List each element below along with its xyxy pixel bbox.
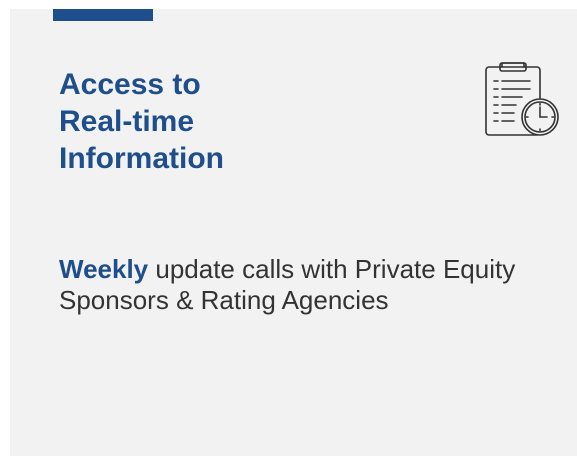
description-highlight: Weekly	[59, 254, 149, 284]
title-line: Real-time	[59, 105, 195, 138]
clipboard-clock-icon	[485, 62, 559, 136]
title-line: Access to	[59, 68, 201, 101]
title-line: Information	[59, 142, 224, 175]
card-description: Weekly update calls with Private Equity …	[59, 254, 539, 316]
info-card: Access to Real-time Information Weekly u…	[10, 9, 577, 456]
accent-bar	[53, 9, 153, 21]
card-title: Access to Real-time Information	[59, 66, 359, 177]
